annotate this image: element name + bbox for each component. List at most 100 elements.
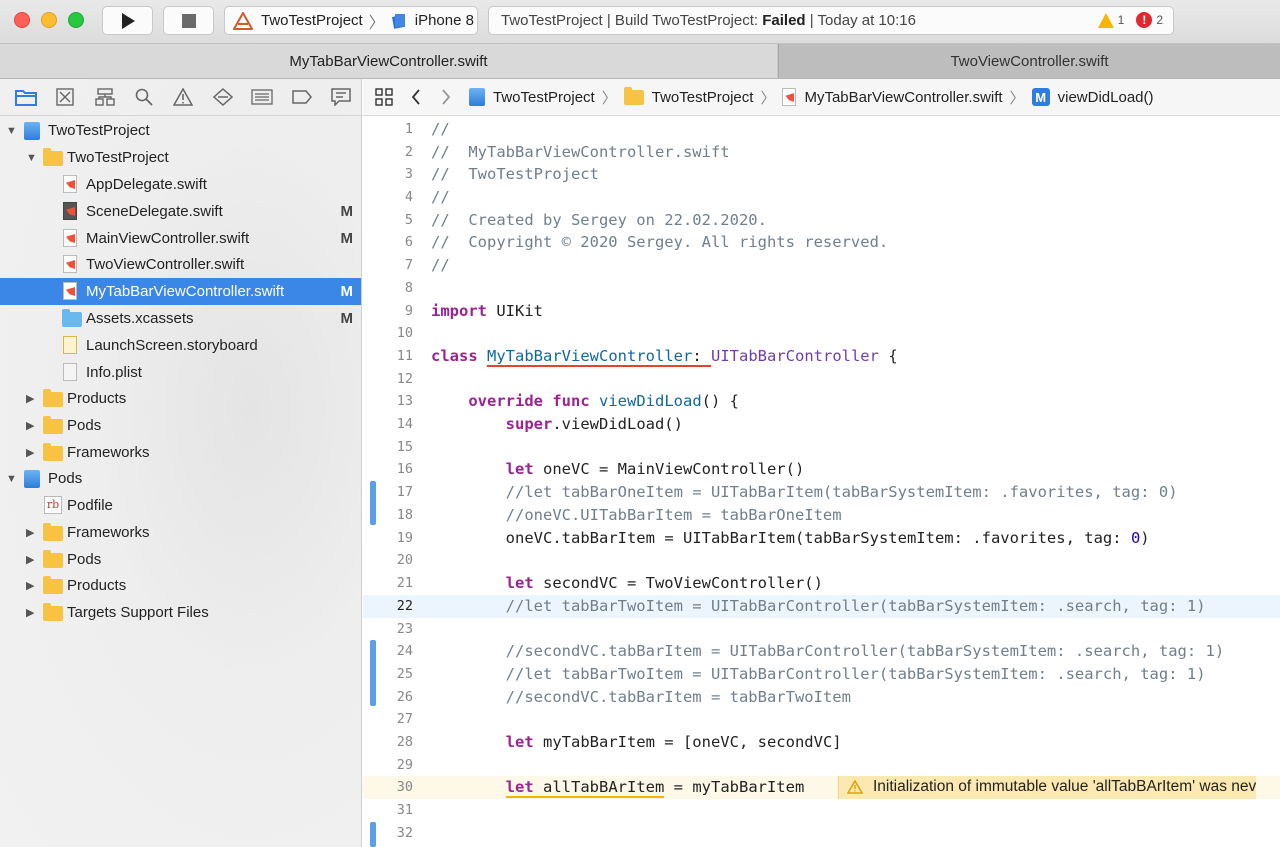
code-line[interactable]: 29	[363, 754, 1280, 777]
code-line[interactable]: 14 super.viewDidLoad()	[363, 413, 1280, 436]
activity-viewer[interactable]: TwoTestProject | Build TwoTestProject: F…	[488, 6, 1174, 35]
code-line[interactable]: 17 //let tabBarOneItem = UITabBarItem(ta…	[363, 481, 1280, 504]
code-line[interactable]: 13 override func viewDidLoad() {	[363, 390, 1280, 413]
tab-twoviewcontroller[interactable]: TwoViewController.swift	[778, 44, 1280, 78]
tree-item-label: Frameworks	[67, 444, 150, 461]
code-line[interactable]: 11 class MyTabBarViewController: UITabBar…	[363, 345, 1280, 368]
tree-item-appdelegate[interactable]: AppDelegate.swift	[0, 171, 361, 198]
debug-navigator-icon[interactable]	[243, 82, 282, 112]
find-icon[interactable]	[124, 82, 163, 112]
code-line[interactable]: 25 //let tabBarTwoItem = UITabBarControl…	[363, 663, 1280, 686]
disclosure-expanded-icon[interactable]: ▼	[6, 473, 18, 485]
scheme-selector[interactable]: TwoTestProject 〉 iPhone 8	[224, 6, 478, 35]
tree-item-pods-products[interactable]: ▶ Products	[0, 572, 361, 599]
tree-item-assets[interactable]: Assets.xcassets M	[0, 305, 361, 332]
disclosure-collapsed-icon[interactable]: ▶	[26, 446, 38, 459]
related-items-icon[interactable]	[367, 88, 401, 106]
tree-item-targets-support-files[interactable]: ▶ Targets Support Files	[0, 599, 361, 626]
report-navigator-icon[interactable]	[322, 82, 361, 112]
tree-item-label: LaunchScreen.storyboard	[86, 337, 258, 354]
disclosure-collapsed-icon[interactable]: ▶	[26, 553, 38, 566]
forward-arrow-icon[interactable]	[431, 89, 461, 105]
minimize-window-button[interactable]	[41, 12, 57, 28]
folder-icon	[43, 523, 63, 541]
run-button[interactable]	[102, 6, 153, 35]
tree-item-project-pods[interactable]: ▼ Pods	[0, 465, 361, 492]
chevron-right-icon: 〉	[760, 89, 776, 107]
line-number: 7	[404, 257, 413, 274]
code-line[interactable]: 16 let oneVC = MainViewController()	[363, 458, 1280, 481]
tree-item-podfile[interactable]: rb Podfile	[0, 492, 361, 519]
code-line[interactable]: 28 let myTabBarItem = [oneVC, secondVC]	[363, 731, 1280, 754]
code-line-current[interactable]: 22 //let tabBarTwoItem = UITabBarControl…	[363, 595, 1280, 618]
jumpbar-project-label: TwoTestProject	[493, 88, 595, 106]
code-line[interactable]: 10	[363, 322, 1280, 345]
jumpbar-group[interactable]: TwoTestProject	[623, 86, 753, 106]
tree-item-launchscreen[interactable]: LaunchScreen.storyboard	[0, 332, 361, 359]
tree-item-label: Assets.xcassets	[86, 310, 194, 327]
stop-button[interactable]	[163, 6, 214, 35]
disclosure-collapsed-icon[interactable]: ▶	[26, 392, 38, 405]
issue-badges[interactable]: 1 ! 2	[1097, 12, 1163, 28]
breakpoint-navigator-icon[interactable]	[282, 82, 321, 112]
tree-item-pods-frameworks[interactable]: ▶ Frameworks	[0, 519, 361, 546]
zoom-window-button[interactable]	[68, 12, 84, 28]
code-line[interactable]: 8	[363, 277, 1280, 300]
code-line[interactable]: 1 //	[363, 118, 1280, 141]
test-navigator-icon[interactable]	[203, 82, 242, 112]
code-line[interactable]: 12	[363, 368, 1280, 391]
disclosure-expanded-icon[interactable]: ▼	[6, 125, 18, 137]
code-line[interactable]: 32	[363, 822, 1280, 845]
code-line[interactable]: 4 //	[363, 186, 1280, 209]
code-line[interactable]: 19 oneVC.tabBarItem = UITabBarItem(tabBa…	[363, 527, 1280, 550]
source-editor[interactable]: 1 // 2 // MyTabBarViewController.swift 3 //…	[363, 116, 1280, 847]
tree-item-mytabbarviewcontroller[interactable]: MyTabBarViewController.swift M	[0, 278, 361, 305]
tab-mytabbarviewcontroller[interactable]: MyTabBarViewController.swift	[0, 44, 777, 78]
code-line-warning[interactable]: 30 let allTabBArItem = myTabBarItem Init…	[363, 776, 1280, 799]
code-line[interactable]: 31	[363, 799, 1280, 822]
code-line[interactable]: 9 import UIKit	[363, 300, 1280, 323]
tree-item-infoplist[interactable]: Info.plist	[0, 359, 361, 386]
code-line[interactable]: 5 // Created by Sergey on 22.02.2020.	[363, 209, 1280, 232]
issue-navigator-icon[interactable]	[164, 82, 203, 112]
close-window-button[interactable]	[14, 12, 30, 28]
jumpbar-symbol[interactable]: M viewDidLoad()	[1031, 88, 1154, 106]
code-line[interactable]: 2 // MyTabBarViewController.swift	[363, 141, 1280, 164]
code-line[interactable]: 6 // Copyright © 2020 Sergey. All rights …	[363, 231, 1280, 254]
disclosure-collapsed-icon[interactable]: ▶	[26, 419, 38, 432]
build-status: Failed	[762, 12, 806, 29]
code-line[interactable]: 27	[363, 708, 1280, 731]
code-line[interactable]: 24 //secondVC.tabBarItem = UITabBarContr…	[363, 640, 1280, 663]
disclosure-collapsed-icon[interactable]: ▶	[26, 526, 38, 539]
code-text: oneVC.tabBarItem = UITabBarItem(tabBarSy…	[505, 529, 1150, 548]
source-control-icon[interactable]	[45, 82, 84, 112]
code-line[interactable]: 26 //secondVC.tabBarItem = tabBarTwoItem	[363, 686, 1280, 709]
tree-item-label: Pods	[67, 551, 102, 568]
tree-item-twoviewcontroller[interactable]: TwoViewController.swift	[0, 251, 361, 278]
tree-item-mainviewcontroller[interactable]: MainViewController.swift M	[0, 225, 361, 252]
tree-item-scenedelegate[interactable]: SceneDelegate.swift M	[0, 198, 361, 225]
disclosure-collapsed-icon[interactable]: ▶	[26, 606, 38, 619]
disclosure-collapsed-icon[interactable]: ▶	[26, 579, 38, 592]
code-line[interactable]: 18 //oneVC.UITabBarItem = tabBarOneItem	[363, 504, 1280, 527]
jumpbar-project[interactable]: TwoTestProject	[469, 88, 595, 106]
code-line[interactable]: 21 let secondVC = TwoViewController()	[363, 572, 1280, 595]
navigator-selector-bar	[0, 79, 361, 116]
code-line[interactable]: 20	[363, 549, 1280, 572]
code-line[interactable]: 7 //	[363, 254, 1280, 277]
tree-item-group-twotestproject[interactable]: ▼ TwoTestProject	[0, 144, 361, 171]
code-line[interactable]: 3 // TwoTestProject	[363, 163, 1280, 186]
tree-item-products[interactable]: ▶ Products	[0, 385, 361, 412]
back-arrow-icon[interactable]	[401, 89, 431, 105]
tree-item-project-twotestproject[interactable]: ▼ TwoTestProject	[0, 117, 361, 144]
inline-warning-message[interactable]: Initialization of immutable value 'allTa…	[838, 776, 1257, 799]
disclosure-expanded-icon[interactable]: ▼	[26, 152, 38, 164]
code-line[interactable]: 15	[363, 436, 1280, 459]
code-line[interactable]: 23	[363, 618, 1280, 641]
symbol-navigator-icon[interactable]	[85, 82, 124, 112]
project-navigator-icon[interactable]	[6, 82, 45, 112]
tree-item-pods-pods[interactable]: ▶ Pods	[0, 546, 361, 573]
tree-item-pods-group[interactable]: ▶ Pods	[0, 412, 361, 439]
jumpbar-file[interactable]: MyTabBarViewController.swift	[782, 88, 1003, 106]
tree-item-frameworks[interactable]: ▶ Frameworks	[0, 439, 361, 466]
